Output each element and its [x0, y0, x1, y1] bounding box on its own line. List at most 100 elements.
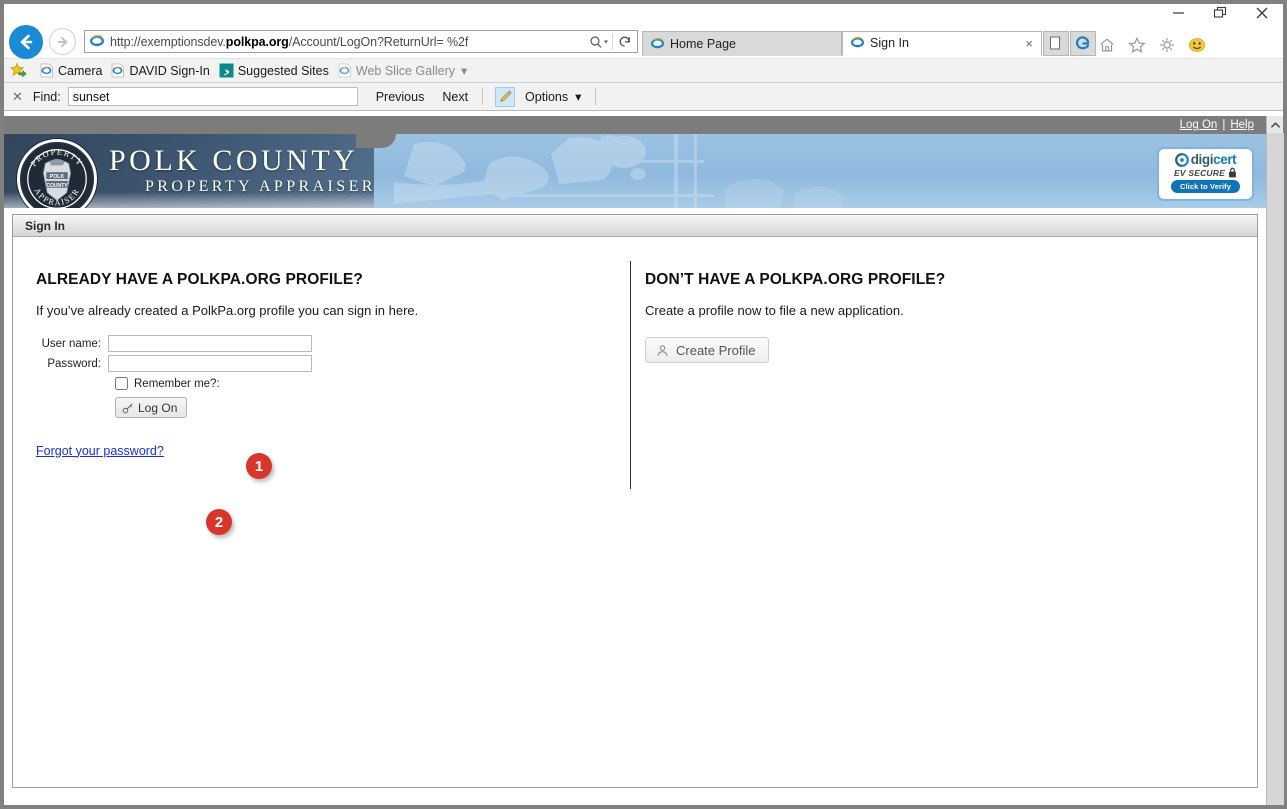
smiley-feedback-icon[interactable]: [1186, 34, 1208, 56]
remember-me-row: Remember me?:: [115, 377, 630, 390]
divider: |: [1222, 119, 1226, 131]
username-label: User name:: [41, 337, 101, 350]
home-icon[interactable]: [1096, 34, 1118, 56]
refresh-icon[interactable]: [613, 31, 637, 52]
ie-logo-icon: [850, 34, 865, 52]
password-input[interactable]: [108, 355, 312, 372]
ie-logo-icon: [650, 35, 665, 53]
new-profile-column: DON’T HAVE A POLKPA.ORG PROFILE? Create …: [631, 237, 945, 787]
digicert-brand: digi cert: [1174, 152, 1237, 167]
password-label: Password:: [47, 357, 101, 370]
create-profile-button-label: Create Profile: [676, 342, 756, 358]
address-bar[interactable]: http://exemptionsdev.polkpa.org/Account/…: [84, 30, 638, 53]
highlighter-pencil-icon[interactable]: [495, 86, 516, 107]
find-input[interactable]: [67, 87, 358, 106]
close-icon[interactable]: ✕: [12, 89, 23, 105]
scrollbar-track[interactable]: [1267, 133, 1284, 805]
existing-profile-subtext: If you’ve already created a PolkPa.org p…: [36, 303, 419, 318]
site-title-line1: POLK COUNTY: [109, 144, 359, 177]
favorite-web-slice-gallery[interactable]: Web Slice Gallery ▾: [338, 63, 467, 78]
find-options-label: Options: [525, 89, 569, 104]
divider: [595, 88, 597, 105]
favorite-camera[interactable]: Camera: [40, 63, 102, 78]
forgot-password-link[interactable]: Forgot your password?: [36, 444, 164, 458]
gear-icon[interactable]: [1156, 34, 1178, 56]
digicert-tagline: EV SECURE: [1174, 167, 1225, 178]
address-text: http://exemptionsdev.polkpa.org/Account/…: [110, 35, 588, 49]
find-label: Find:: [32, 89, 61, 104]
find-previous-button[interactable]: Previous: [376, 90, 425, 104]
digicert-swirl-icon: [1174, 152, 1189, 167]
ie-logo-icon: [89, 32, 105, 51]
window-controls: [1157, 0, 1283, 25]
password-row: Password:: [36, 355, 630, 372]
site-banner: POLK COUNTY PROPERTY APPRAISER POLK COUN…: [4, 134, 1266, 208]
chevron-down-icon: ▾: [575, 90, 582, 104]
callout-marker-1: 1: [246, 453, 272, 479]
site-log-on-link[interactable]: Log On: [1180, 119, 1218, 131]
vertical-scrollbar[interactable]: [1266, 116, 1284, 805]
digicert-click-to-verify-button[interactable]: Click to Verify: [1170, 180, 1241, 193]
site-help-link[interactable]: Help: [1230, 119, 1254, 131]
tab-sign-in[interactable]: Sign In ×: [842, 30, 1042, 56]
remember-me-checkbox[interactable]: [115, 377, 128, 390]
new-profile-subtext: Create a profile now to file a new appli…: [645, 303, 904, 318]
url-prefix: http://exemptionsdev.: [110, 34, 226, 49]
search-icon[interactable]: [588, 31, 612, 52]
existing-profile-heading: ALREADY HAVE A POLKPA.ORG PROFILE?: [36, 271, 363, 288]
callout-marker-2: 2: [206, 509, 232, 535]
favorite-david-sign-in[interactable]: DAVID Sign-In: [111, 63, 210, 78]
digicert-brand-part2: cert: [1213, 152, 1237, 167]
close-button[interactable]: [1241, 0, 1283, 25]
tab-label: Sign In: [870, 36, 909, 50]
lock-icon: [1228, 167, 1237, 178]
url-domain: polkpa.org: [225, 34, 289, 49]
svg-text:POLK: POLK: [50, 174, 65, 180]
favorite-label: Camera: [58, 63, 103, 78]
site-title-line2: PROPERTY APPRAISER: [145, 178, 376, 195]
create-profile-button[interactable]: Create Profile: [645, 337, 770, 363]
find-bar: ✕ Find: Previous Next Options ▾: [4, 83, 1283, 111]
digicert-brand-part1: digi: [1190, 152, 1214, 167]
ie-page-icon: [338, 63, 352, 78]
page-title: Sign In: [25, 218, 65, 233]
ie-page-icon: [111, 63, 125, 78]
favorite-label: Web Slice Gallery: [355, 63, 455, 78]
find-next-button[interactable]: Next: [442, 90, 468, 104]
back-button[interactable]: [9, 24, 43, 59]
panel-header: Sign In: [13, 215, 1257, 237]
existing-profile-column: ALREADY HAVE A POLKPA.ORG PROFILE? If yo…: [13, 237, 630, 787]
log-on-button-label: Log On: [138, 400, 178, 415]
favorite-label: DAVID Sign-In: [129, 63, 210, 78]
log-on-button[interactable]: Log On: [115, 397, 188, 418]
restore-button[interactable]: [1199, 0, 1241, 25]
remember-me-label: Remember me?:: [134, 377, 220, 390]
url-suffix: /Account/LogOn?ReturnUrl= %2f: [288, 34, 469, 49]
chevron-down-icon[interactable]: ▾: [461, 63, 467, 78]
forward-button[interactable]: [49, 28, 76, 55]
favorite-suggested-sites[interactable]: Suggested Sites: [219, 63, 329, 78]
svg-text:COUNTY: COUNTY: [46, 183, 68, 189]
browser-window: http://exemptionsdev.polkpa.org/Account/…: [0, 0, 1287, 809]
bing-icon: [219, 63, 234, 78]
window-top-edge: [0, 0, 1287, 4]
panel-body: ALREADY HAVE A POLKPA.ORG PROFILE? If yo…: [13, 237, 1257, 787]
close-icon[interactable]: ×: [1025, 36, 1033, 51]
divider: [482, 88, 484, 105]
favorites-star-icon[interactable]: [1126, 34, 1148, 56]
username-input[interactable]: [108, 335, 312, 352]
minimize-button[interactable]: [1157, 0, 1199, 25]
map-background-graphic: [394, 134, 844, 208]
scroll-up-button[interactable]: [1267, 116, 1283, 133]
username-row: User name:: [36, 335, 630, 352]
find-options-button[interactable]: Options ▾: [525, 89, 582, 105]
new-inprivate-tab-button[interactable]: [1070, 30, 1096, 56]
ie-page-icon: [40, 63, 54, 78]
new-tab-button[interactable]: [1043, 30, 1069, 56]
add-to-favorites-button[interactable]: [10, 62, 31, 79]
tab-home-page[interactable]: Home Page: [642, 30, 842, 56]
tab-strip: Home Page Sign In ×: [642, 28, 1214, 56]
digicert-ev-secure-badge[interactable]: digi cert EV SECURE Click to Verify: [1157, 147, 1254, 201]
sign-in-panel: Sign In ALREADY HAVE A POLKPA.ORG PROFIL…: [12, 214, 1258, 788]
page-viewport: Log On | Help POLK COUNTY PROPERTY APPRA…: [4, 116, 1284, 805]
